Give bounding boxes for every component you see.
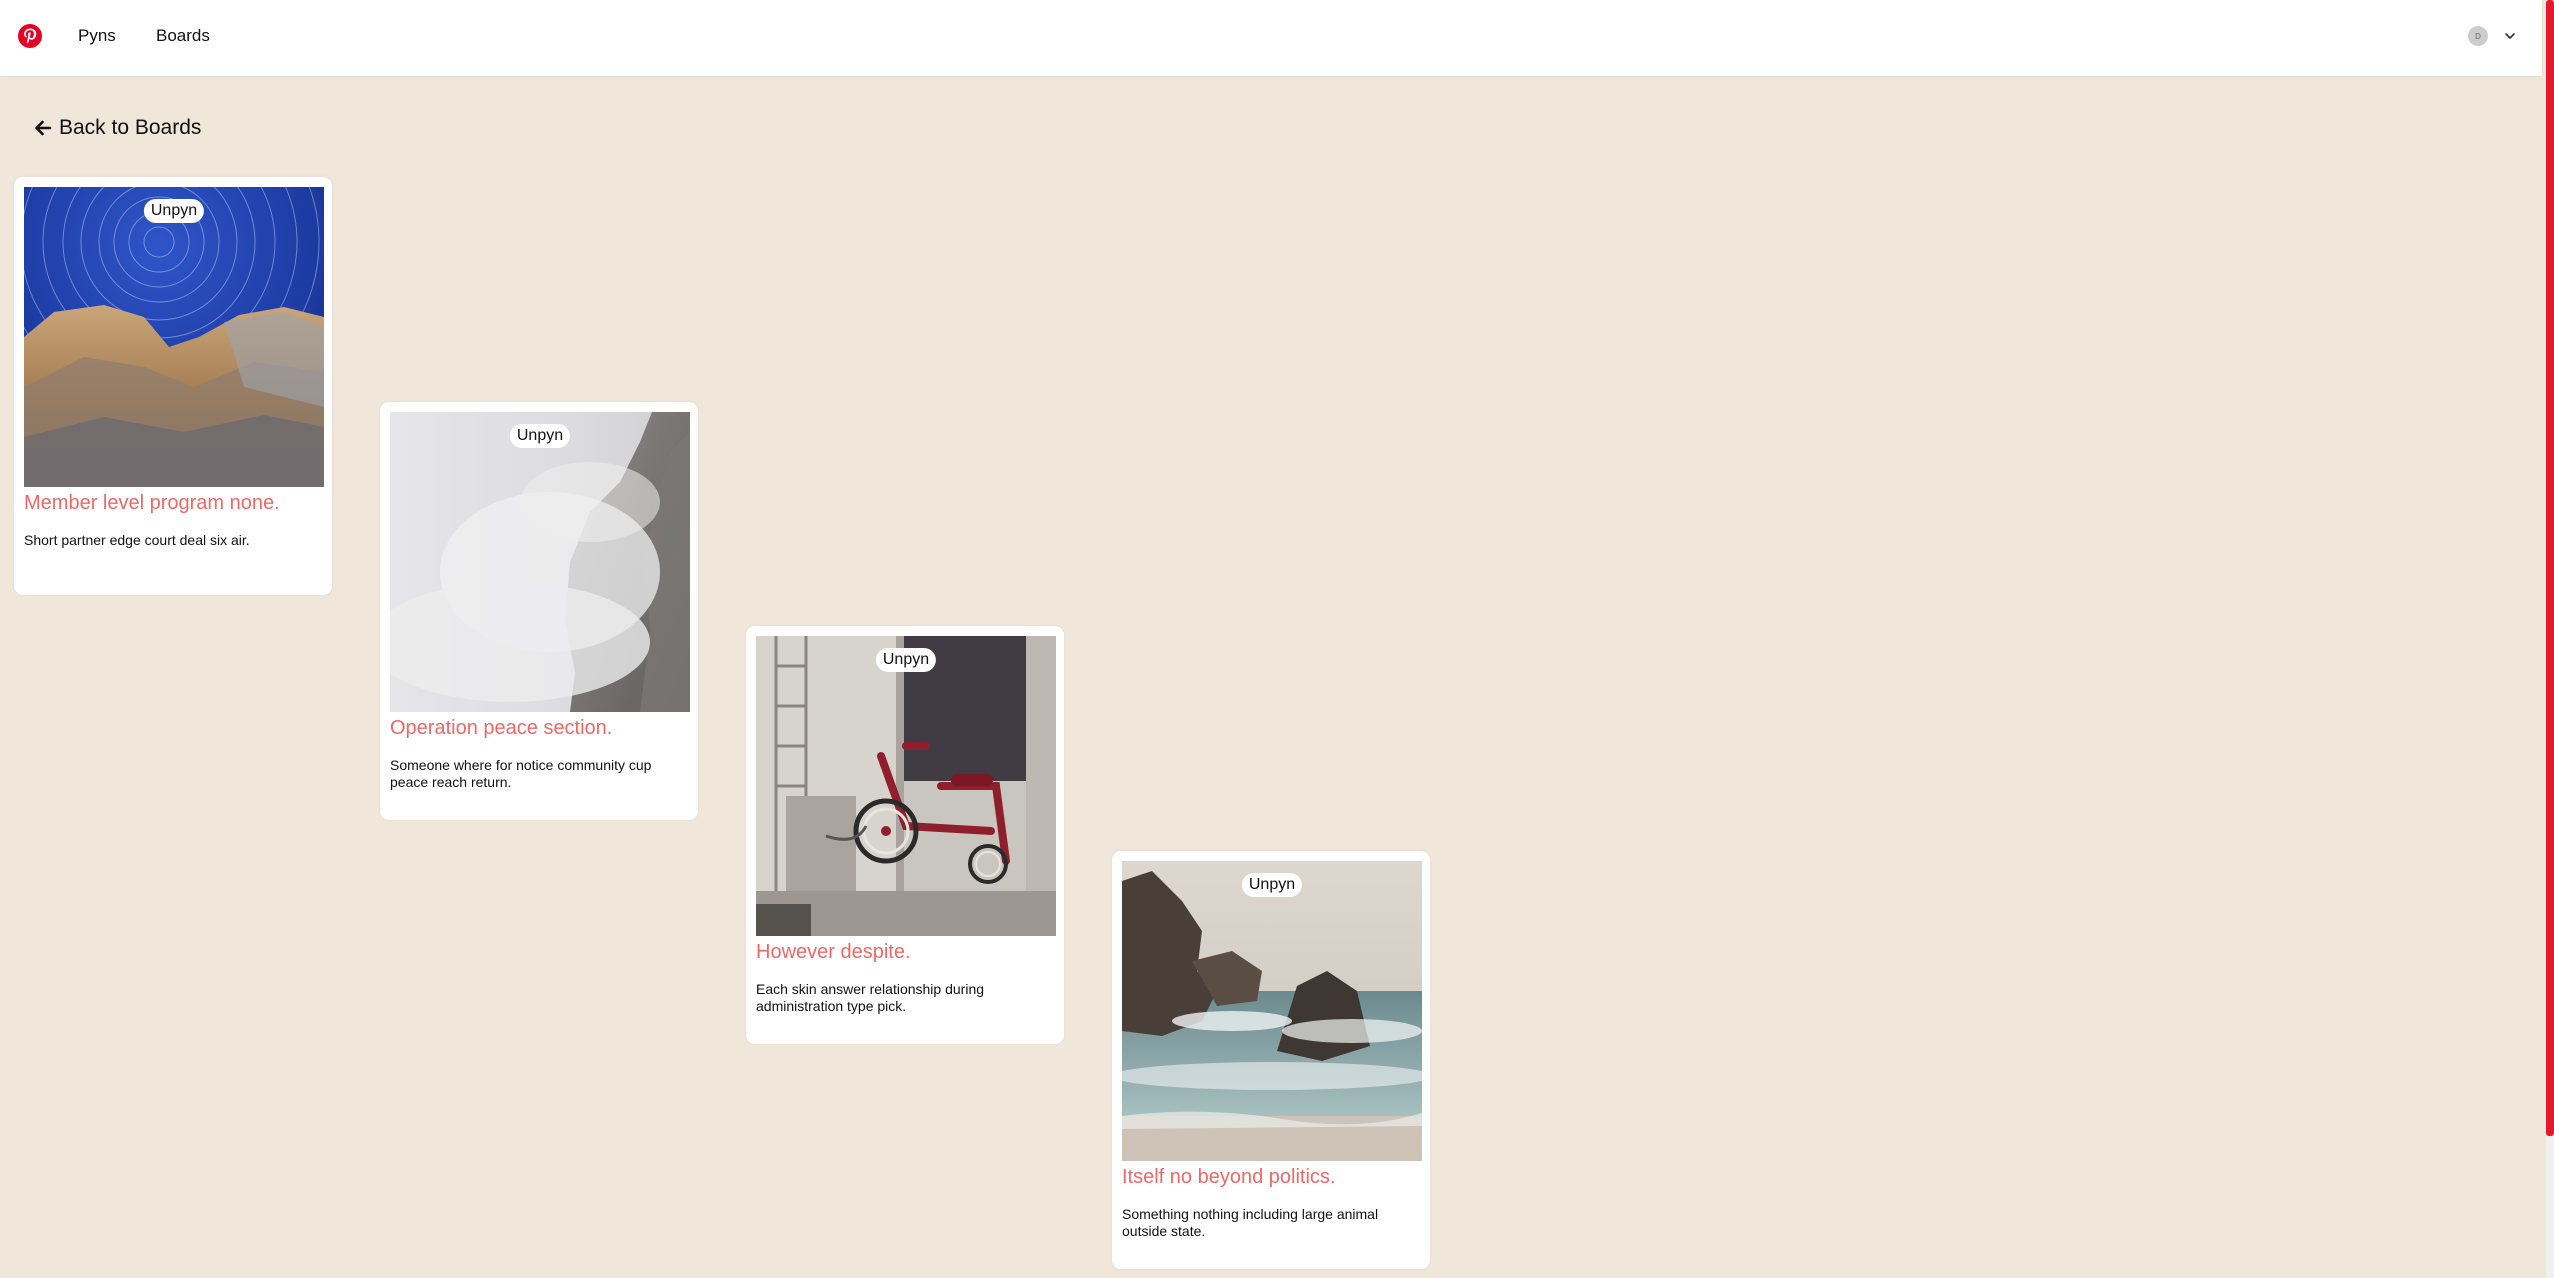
- pin-title[interactable]: Operation peace section.: [390, 716, 690, 740]
- back-to-boards-label: Back to Boards: [59, 116, 202, 139]
- unpyn-button[interactable]: Unpyn: [875, 648, 937, 672]
- scrollbar-thumb[interactable]: [2546, 0, 2554, 1136]
- pin-card[interactable]: Unpyn Itself no beyond politics. Somethi…: [1112, 851, 1430, 1269]
- nav-boards[interactable]: Boards: [156, 26, 210, 46]
- pin-card[interactable]: Unpyn However despite. Each skin answer …: [746, 626, 1064, 1044]
- arrow-left-icon: [35, 120, 52, 136]
- pinterest-logo-icon[interactable]: [18, 24, 42, 48]
- pin-title[interactable]: Itself no beyond politics.: [1122, 1165, 1422, 1189]
- top-header: Pyns Boards D: [0, 0, 2542, 76]
- chevron-down-icon[interactable]: [2500, 26, 2520, 46]
- pin-title[interactable]: However despite.: [756, 940, 1056, 964]
- pin-image-foggy-cliff[interactable]: Unpyn: [390, 412, 690, 712]
- pin-description: Each skin answer relationship during adm…: [756, 981, 985, 1014]
- back-to-boards-link[interactable]: Back to Boards: [34, 116, 201, 140]
- unpyn-button[interactable]: Unpyn: [143, 199, 205, 223]
- avatar[interactable]: D: [2468, 26, 2488, 46]
- pin-card[interactable]: Unpyn Operation peace section. Someone w…: [380, 402, 698, 820]
- unpyn-button[interactable]: Unpyn: [1241, 873, 1303, 897]
- pin-description: Someone where for notice community cup p…: [390, 757, 652, 790]
- nav-pyns[interactable]: Pyns: [78, 26, 116, 46]
- pin-description: Something nothing including large animal…: [1122, 1206, 1379, 1239]
- pin-card[interactable]: Unpyn Member level program none. Short p…: [14, 177, 332, 595]
- pin-image-star-trails[interactable]: Unpyn: [24, 187, 324, 487]
- pin-image-red-tricycle[interactable]: Unpyn: [756, 636, 1056, 936]
- pin-description: Short partner edge court deal six air.: [24, 532, 250, 548]
- pin-title[interactable]: Member level program none.: [24, 491, 324, 515]
- pin-image-rocky-coast[interactable]: Unpyn: [1122, 861, 1422, 1161]
- unpyn-button[interactable]: Unpyn: [509, 424, 571, 448]
